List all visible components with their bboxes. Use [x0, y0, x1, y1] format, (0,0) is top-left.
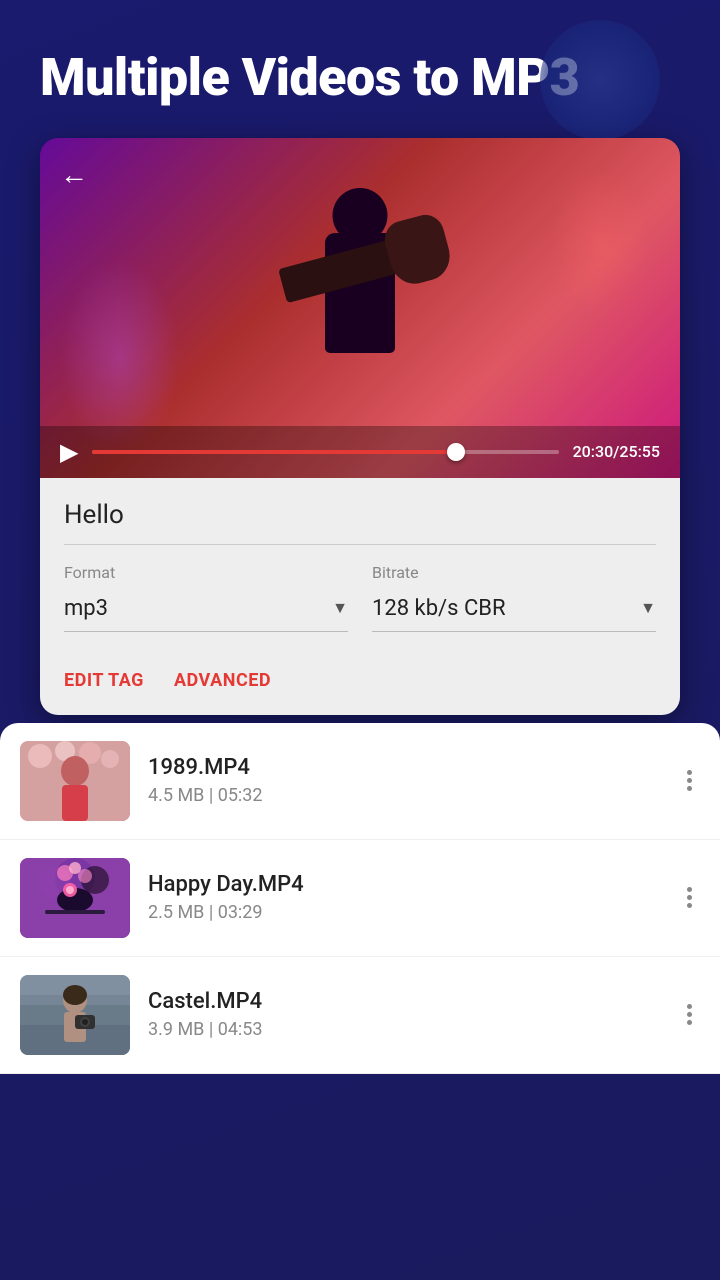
player-figure	[270, 188, 450, 418]
format-row: Format mp3 ▼ Bitrate 128 kb/s CBR ▼	[64, 563, 656, 632]
format-label: Format	[64, 563, 348, 582]
more-options-3[interactable]	[679, 1000, 700, 1029]
header-decoration	[540, 20, 660, 140]
advanced-button[interactable]: ADVANCED	[174, 670, 271, 691]
file-info-1: 1989.MP4 4.5 MB | 05:32	[148, 755, 661, 806]
video-card: ← ▶ 20:30/25:55 Hello Format mp3	[40, 138, 680, 715]
list-item: Castel.MP4 3.9 MB | 04:53	[0, 957, 720, 1074]
info-panel: Hello Format mp3 ▼ Bitrate 128 kb/s CBR …	[40, 478, 680, 715]
video-thumbnail: ← ▶ 20:30/25:55	[40, 138, 680, 478]
file-thumbnail-3	[20, 975, 130, 1055]
file-list: 1989.MP4 4.5 MB | 05:32	[0, 723, 720, 1074]
edit-tag-button[interactable]: EDIT TAG	[64, 670, 144, 691]
list-item: 1989.MP4 4.5 MB | 05:32	[0, 723, 720, 840]
more-options-1[interactable]	[679, 766, 700, 795]
file-thumbnail-2	[20, 858, 130, 938]
play-button[interactable]: ▶	[60, 438, 78, 466]
file-info-3: Castel.MP4 3.9 MB | 04:53	[148, 989, 661, 1040]
header: Multiple Videos to MP3	[0, 0, 720, 128]
bitrate-select[interactable]: 128 kb/s CBR ▼	[372, 586, 656, 632]
format-group: Format mp3 ▼	[64, 563, 348, 632]
file-thumbnail-1	[20, 741, 130, 821]
list-item: Happy Day.MP4 2.5 MB | 03:29	[0, 840, 720, 957]
back-button[interactable]: ←	[60, 158, 88, 191]
file-name: Hello	[64, 500, 656, 545]
bitrate-value: 128 kb/s CBR	[372, 596, 506, 621]
file-info-2: Happy Day.MP4 2.5 MB | 03:29	[148, 872, 661, 923]
format-select[interactable]: mp3 ▼	[64, 586, 348, 632]
app-container: Multiple Videos to MP3 ← ▶	[0, 0, 720, 1280]
format-dropdown-arrow: ▼	[332, 598, 348, 618]
more-options-2[interactable]	[679, 883, 700, 912]
format-value: mp3	[64, 596, 108, 621]
file-title-1: 1989.MP4	[148, 755, 661, 780]
time-display: 20:30/25:55	[573, 442, 660, 461]
progress-thumb[interactable]	[447, 443, 465, 461]
bitrate-label: Bitrate	[372, 563, 656, 582]
action-buttons: EDIT TAG ADVANCED	[64, 650, 656, 715]
file-title-2: Happy Day.MP4	[148, 872, 661, 897]
progress-bar[interactable]	[92, 450, 558, 454]
file-meta-2: 2.5 MB | 03:29	[148, 902, 661, 923]
file-meta-3: 3.9 MB | 04:53	[148, 1019, 661, 1040]
smoke-effect-right	[550, 168, 650, 318]
bitrate-dropdown-arrow: ▼	[640, 598, 656, 618]
bitrate-group: Bitrate 128 kb/s CBR ▼	[372, 563, 656, 632]
file-title-3: Castel.MP4	[148, 989, 661, 1014]
file-meta-1: 4.5 MB | 05:32	[148, 785, 661, 806]
progress-fill	[92, 450, 456, 454]
video-controls: ▶ 20:30/25:55	[40, 426, 680, 478]
